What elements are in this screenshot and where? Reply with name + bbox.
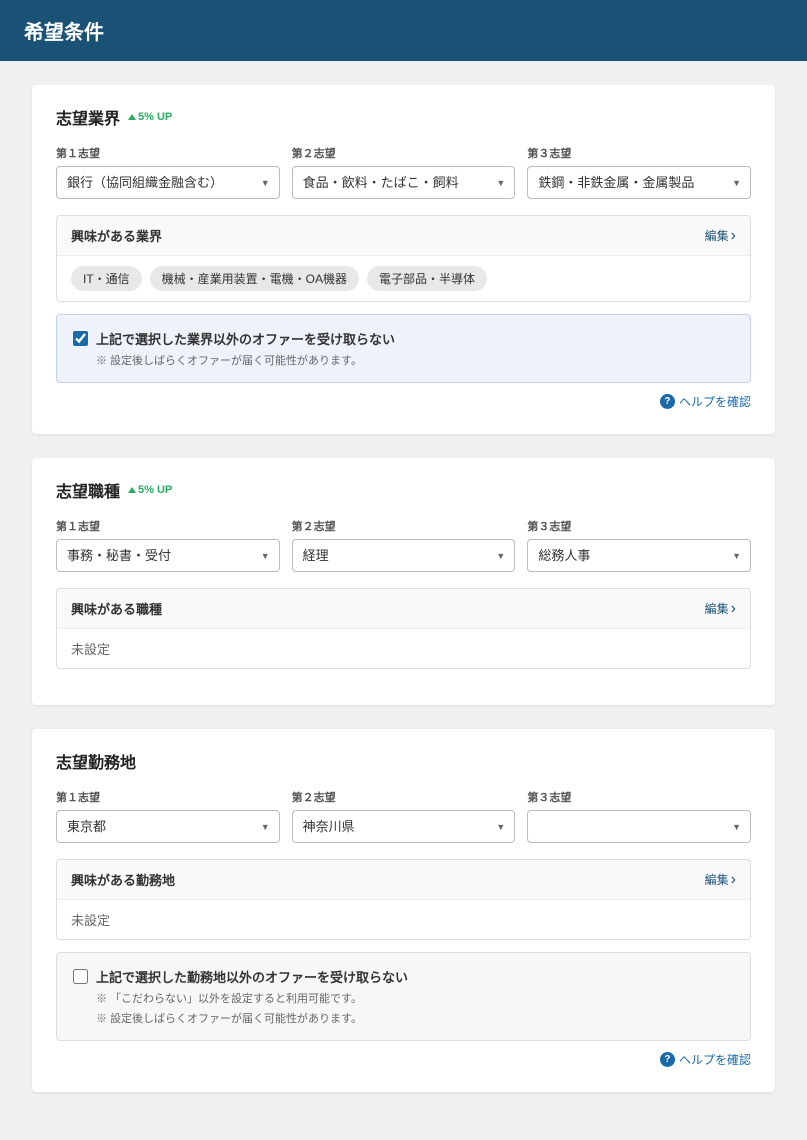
location-interested-header: 興味がある勤務地 編集	[57, 860, 750, 900]
location-checkbox-label[interactable]: 上記で選択した勤務地以外のオファーを受け取らない	[96, 967, 408, 986]
occupation-second-select[interactable]: 経理	[292, 539, 516, 572]
location-second-label: 第２志望	[292, 789, 516, 805]
location-second-select-wrapper: 神奈川県	[292, 810, 516, 843]
occupation-third-select[interactable]: 総務人事	[527, 539, 751, 572]
industry-help-row: ? ヘルプを確認	[56, 393, 751, 410]
location-section: 志望勤務地 第１志望 東京都 第２志望 神奈川県 第	[32, 729, 775, 1092]
location-checkbox-note1: ※ 「こだわらない」以外を設定すると利用可能です。	[96, 990, 734, 1006]
industry-second-select-wrapper: 食品・飲料・たばこ・飼料	[292, 166, 516, 199]
industry-checkbox-section: 上記で選択した業界以外のオファーを受け取らない ※ 設定後しばらくオファーが届く…	[56, 314, 751, 383]
occupation-interested-subsection: 興味がある職種 編集 未設定	[56, 588, 751, 669]
industry-first-select-wrapper: 銀行（協同組織金融含む）	[56, 166, 280, 199]
location-first-field: 第１志望 東京都	[56, 789, 280, 843]
location-help-row: ? ヘルプを確認	[56, 1051, 751, 1068]
up-arrow-icon	[128, 114, 136, 120]
industry-third-select[interactable]: 鉄鋼・非鉄金属・金属製品	[527, 166, 751, 199]
up-arrow-icon-occ	[128, 487, 136, 493]
location-interested-title: 興味がある勤務地	[71, 870, 175, 889]
location-second-field: 第２志望 神奈川県	[292, 789, 516, 843]
occupation-second-field: 第２志望 経理	[292, 518, 516, 572]
occupation-second-label: 第２志望	[292, 518, 516, 534]
occupation-interested-title: 興味がある職種	[71, 599, 162, 618]
industry-help-icon: ?	[660, 394, 675, 409]
industry-help-link[interactable]: ヘルプを確認	[679, 393, 751, 410]
location-first-label: 第１志望	[56, 789, 280, 805]
location-checkbox-section: 上記で選択した勤務地以外のオファーを受け取らない ※ 「こだわらない」以外を設定…	[56, 952, 751, 1041]
location-edit-link[interactable]: 編集	[705, 871, 736, 889]
page-header: 希望条件	[0, 0, 807, 61]
location-third-field: 第３志望	[527, 789, 751, 843]
page-title: 希望条件	[24, 16, 783, 45]
industry-fields-row: 第１志望 銀行（協同組織金融含む） 第２志望 食品・飲料・たばこ・飼料 第３志望	[56, 145, 751, 199]
occupation-interested-header: 興味がある職種 編集	[57, 589, 750, 629]
industry-interested-title: 興味がある業界	[71, 226, 162, 245]
industry-tags-area: IT・通信 機械・産業用装置・電機・OA機器 電子部品・半導体	[57, 256, 750, 301]
industry-third-field: 第３志望 鉄鋼・非鉄金属・金属製品	[527, 145, 751, 199]
location-second-select[interactable]: 神奈川県	[292, 810, 516, 843]
location-interested-subsection: 興味がある勤務地 編集 未設定	[56, 859, 751, 940]
industry-badge: 5% UP	[128, 111, 172, 123]
location-first-select[interactable]: 東京都	[56, 810, 280, 843]
location-checkbox-row: 上記で選択した勤務地以外のオファーを受け取らない	[73, 967, 734, 986]
occupation-section-title: 志望職種 5% UP	[56, 478, 751, 502]
location-third-select-wrapper	[527, 810, 751, 843]
industry-interested-header: 興味がある業界 編集	[57, 216, 750, 256]
occupation-third-field: 第３志望 総務人事	[527, 518, 751, 572]
occupation-first-select-wrapper: 事務・秘書・受付	[56, 539, 280, 572]
location-help-icon: ?	[660, 1052, 675, 1067]
industry-first-select[interactable]: 銀行（協同組織金融含む）	[56, 166, 280, 199]
industry-edit-link[interactable]: 編集	[705, 227, 736, 245]
industry-checkbox[interactable]	[73, 331, 88, 346]
occupation-section: 志望職種 5% UP 第１志望 事務・秘書・受付 第２志望 経理	[32, 458, 775, 705]
location-fields-row: 第１志望 東京都 第２志望 神奈川県 第３志望	[56, 789, 751, 843]
location-unset-text: 未設定	[57, 900, 750, 939]
industry-tag-2: 電子部品・半導体	[367, 266, 487, 291]
occupation-fields-row: 第１志望 事務・秘書・受付 第２志望 経理 第３志望	[56, 518, 751, 572]
occupation-edit-link[interactable]: 編集	[705, 600, 736, 618]
industry-section: 志望業界 5% UP 第１志望 銀行（協同組織金融含む） 第２志望 食品・	[32, 85, 775, 434]
location-help-link[interactable]: ヘルプを確認	[679, 1051, 751, 1068]
location-checkbox[interactable]	[73, 969, 88, 984]
occupation-unset-text: 未設定	[57, 629, 750, 668]
industry-first-field: 第１志望 銀行（協同組織金融含む）	[56, 145, 280, 199]
location-section-title: 志望勤務地	[56, 749, 751, 773]
industry-checkbox-row: 上記で選択した業界以外のオファーを受け取らない	[73, 329, 734, 348]
occupation-third-label: 第３志望	[527, 518, 751, 534]
occupation-second-select-wrapper: 経理	[292, 539, 516, 572]
occupation-third-select-wrapper: 総務人事	[527, 539, 751, 572]
industry-second-label: 第２志望	[292, 145, 516, 161]
occupation-first-select[interactable]: 事務・秘書・受付	[56, 539, 280, 572]
industry-checkbox-note: ※ 設定後しばらくオファーが届く可能性があります。	[96, 352, 734, 368]
industry-third-select-wrapper: 鉄鋼・非鉄金属・金属製品	[527, 166, 751, 199]
industry-tag-0: IT・通信	[71, 266, 142, 291]
occupation-first-field: 第１志望 事務・秘書・受付	[56, 518, 280, 572]
occupation-first-label: 第１志望	[56, 518, 280, 534]
industry-second-field: 第２志望 食品・飲料・たばこ・飼料	[292, 145, 516, 199]
location-third-label: 第３志望	[527, 789, 751, 805]
industry-tag-1: 機械・産業用装置・電機・OA機器	[150, 266, 359, 291]
industry-interested-subsection: 興味がある業界 編集 IT・通信 機械・産業用装置・電機・OA機器 電子部品・半…	[56, 215, 751, 302]
location-third-select[interactable]	[527, 810, 751, 843]
industry-third-label: 第３志望	[527, 145, 751, 161]
page-content: 志望業界 5% UP 第１志望 銀行（協同組織金融含む） 第２志望 食品・	[0, 61, 807, 1140]
industry-checkbox-label[interactable]: 上記で選択した業界以外のオファーを受け取らない	[96, 329, 395, 348]
occupation-badge: 5% UP	[128, 484, 172, 496]
industry-first-label: 第１志望	[56, 145, 280, 161]
industry-section-title: 志望業界 5% UP	[56, 105, 751, 129]
industry-second-select[interactable]: 食品・飲料・たばこ・飼料	[292, 166, 516, 199]
location-first-select-wrapper: 東京都	[56, 810, 280, 843]
